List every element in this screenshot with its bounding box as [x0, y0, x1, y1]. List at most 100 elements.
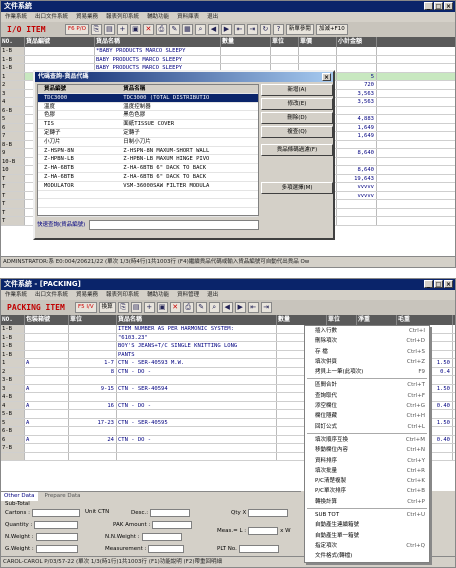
table-cell[interactable]: 19,643 [337, 174, 377, 182]
context-menu-item[interactable]: 移動欄位內容 Ctrl+N [305, 445, 429, 455]
maximize-icon[interactable]: □ [434, 280, 443, 288]
menu-item[interactable]: 退出 [207, 290, 218, 300]
measurement-input[interactable] [148, 545, 185, 553]
table-cell[interactable]: 6-B [1, 106, 25, 114]
table-cell[interactable]: 1-7 [69, 359, 117, 367]
code-list-item[interactable]: TDC3000 TDC3000 (TOTAL DISTRIBUTIO [38, 93, 258, 103]
code-list-item[interactable]: Z-HSPN-8N Z-HSPN-8N MAXUM-SHORT WALL [38, 147, 258, 156]
table-cell[interactable]: 3 [1, 384, 25, 392]
meas-l-input[interactable] [248, 527, 279, 535]
dialog-button[interactable]: 新增(A) [261, 84, 333, 96]
table-cell[interactable]: 1-B [1, 47, 25, 55]
context-menu-item[interactable]: 區間合計 Ctrl+T [305, 380, 429, 390]
minimize-icon[interactable]: _ [424, 2, 433, 10]
table-row[interactable]: 1-B *BABY PRODUCTS MARCO SLEEPY [1, 47, 455, 56]
last-icon[interactable]: ⇥ [246, 24, 258, 35]
menu-item[interactable]: 資料庫表 [177, 12, 199, 22]
context-menu-item[interactable]: 填次併頁 Ctrl+Z [305, 357, 429, 367]
code-list-item[interactable]: 定轉子 定轉子 [38, 129, 258, 138]
table-cell[interactable]: T [1, 208, 25, 216]
context-menu-item[interactable]: 資料排序 Ctrl+Y [305, 456, 429, 466]
next-icon[interactable]: ▶ [220, 24, 232, 35]
context-menu-item[interactable]: P/C單次排序 Ctrl+B [305, 486, 429, 496]
column-header[interactable]: 數量 [277, 315, 327, 325]
desc-input[interactable] [150, 509, 191, 517]
table-cell[interactable]: BABY PRODUCTS MARCO SLEEPY [95, 55, 221, 63]
menu-item[interactable]: 報表列印系統 [106, 12, 139, 22]
table-cell[interactable] [337, 55, 377, 63]
close-icon[interactable]: × [444, 280, 453, 288]
table-cell[interactable] [69, 393, 117, 401]
table-cell[interactable] [25, 427, 69, 435]
table-cell[interactable]: T [1, 191, 25, 199]
table-cell[interactable]: 4 [1, 401, 25, 409]
copy-icon[interactable]: ⎘ [90, 24, 102, 35]
context-menu-item[interactable]: 填次批量 Ctrl+R [305, 466, 429, 476]
table-cell[interactable]: 1-B [1, 55, 25, 63]
table-cell[interactable]: CTN - DO - [117, 367, 277, 375]
table-cell[interactable]: 720 [337, 81, 377, 89]
column-header[interactable]: 單位 [69, 315, 117, 325]
edit-icon[interactable]: ✎ [195, 302, 207, 313]
col-item-name[interactable]: 貨品名稱 [123, 85, 258, 93]
table-cell[interactable] [69, 325, 117, 333]
context-menu-item[interactable]: 欄位隱藏 Ctrl+H [305, 411, 429, 421]
dialog-button[interactable]: 貨品條碼過濾(F) [261, 144, 333, 156]
table-cell[interactable] [271, 55, 299, 63]
table-cell[interactable] [25, 350, 69, 358]
table-cell[interactable] [25, 55, 95, 63]
table-cell[interactable]: CTN - SER-40595 [117, 418, 277, 426]
table-cell[interactable] [337, 208, 377, 216]
context-menu-item[interactable]: 自動產生連續箱號 [305, 520, 429, 530]
table-cell[interactable]: CTN - DO - [117, 435, 277, 443]
search-icon[interactable]: ⌕ [208, 302, 220, 313]
table-cell[interactable] [299, 47, 337, 55]
table-cell[interactable] [337, 157, 377, 165]
table-cell[interactable] [69, 444, 117, 452]
table-cell[interactable] [69, 376, 117, 384]
table-cell[interactable] [69, 342, 117, 350]
menu-item[interactable]: 出口文件系統 [35, 290, 68, 300]
table-cell[interactable]: 1-B [1, 342, 25, 350]
table-cell[interactable]: 17-23 [69, 418, 117, 426]
code-list-item[interactable]: 溫度 溫度控制器 [38, 103, 258, 112]
table-cell[interactable]: T [1, 183, 25, 191]
close-icon[interactable]: × [444, 2, 453, 10]
table-cell[interactable] [25, 393, 69, 401]
table-cell[interactable]: 4 [1, 98, 25, 106]
table-cell[interactable]: A [25, 418, 69, 426]
table-cell[interactable]: 4-B [1, 393, 25, 401]
table-cell[interactable] [117, 410, 277, 418]
context-menu-item[interactable]: 查詢取代 Ctrl+F [305, 391, 429, 401]
paste-icon[interactable]: ▤ [103, 24, 115, 35]
code-list-item[interactable]: Z-HPBN-LB Z-HPBN-LB MAXUM HINGE PIVO [38, 155, 258, 165]
table-cell[interactable]: 6 [1, 123, 25, 131]
table-cell[interactable]: CTN - SER-40593 M.W. [117, 359, 277, 367]
table-cell[interactable]: 3,563 [337, 98, 377, 106]
prev-icon[interactable]: ◀ [221, 302, 233, 313]
table-cell[interactable] [25, 367, 69, 375]
table-cell[interactable]: vvvvv [337, 183, 377, 191]
pak-amount-input[interactable] [152, 521, 193, 529]
table-cell[interactable] [1, 452, 25, 460]
cartons-input[interactable] [31, 509, 80, 517]
table-cell[interactable]: 9-15 [69, 384, 117, 392]
insert-icon[interactable]: + [116, 24, 128, 35]
print-icon[interactable]: ⎙ [155, 24, 167, 35]
table-cell[interactable] [221, 55, 271, 63]
column-header[interactable]: 包裝箱號 [25, 315, 69, 325]
table-cell[interactable] [25, 452, 69, 460]
table-cell[interactable] [25, 376, 69, 384]
search-icon[interactable]: ⌕ [194, 24, 206, 35]
table-cell[interactable]: A [25, 435, 69, 443]
code-list-item[interactable] [38, 208, 258, 217]
tab-other-data[interactable]: Other Data [1, 492, 38, 501]
menu-item[interactable]: 輔助功能 [147, 12, 169, 22]
context-menu-item[interactable]: 指定項次 Ctrl+Q [305, 541, 429, 551]
table-cell[interactable]: 4,883 [337, 115, 377, 123]
context-menu-item[interactable]: 文件格式(轉檔) [305, 551, 429, 561]
table-cell[interactable]: 1-B [1, 350, 25, 358]
table-cell[interactable] [25, 325, 69, 333]
table-cell[interactable]: 10 [1, 166, 25, 174]
code-list-item[interactable]: MODULATOR VSM-36000SAW FILTER MODULA [38, 182, 258, 191]
